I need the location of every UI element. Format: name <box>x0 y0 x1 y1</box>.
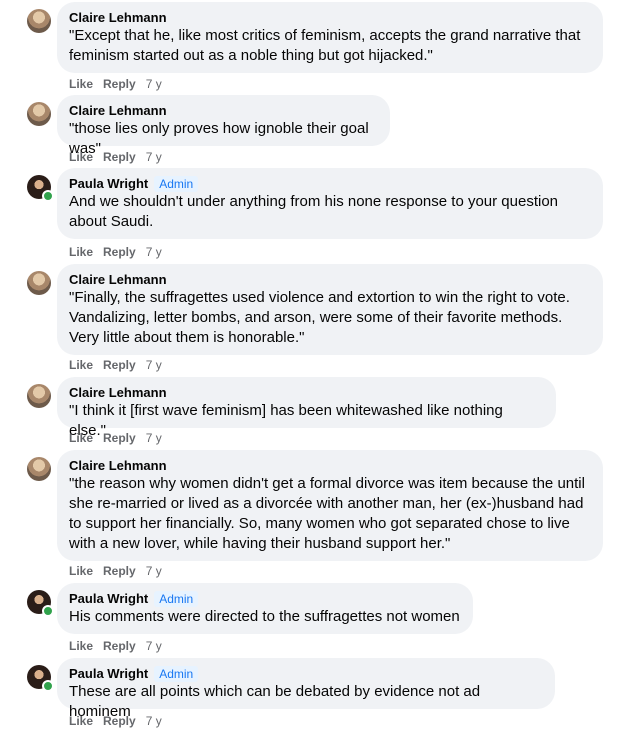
timestamp[interactable]: 7 y <box>146 564 162 578</box>
online-status-icon <box>42 605 54 617</box>
online-status-icon <box>42 680 54 692</box>
avatar[interactable] <box>27 271 51 295</box>
avatar[interactable] <box>27 384 51 408</box>
timestamp[interactable]: 7 y <box>146 150 162 164</box>
comment-actions: Like Reply 7 y <box>69 357 162 373</box>
author-name[interactable]: Paula Wright <box>69 591 148 606</box>
like-button[interactable]: Like <box>69 358 93 372</box>
comment-bubble: Paula Wright Admin And we shouldn't under… <box>57 168 603 239</box>
online-status-icon <box>42 190 54 202</box>
timestamp[interactable]: 7 y <box>146 245 162 259</box>
reply-button[interactable]: Reply <box>103 564 136 578</box>
avatar[interactable] <box>27 665 54 692</box>
like-button[interactable]: Like <box>69 639 93 653</box>
reply-button[interactable]: Reply <box>103 358 136 372</box>
author-name[interactable]: Claire Lehmann <box>69 103 167 118</box>
comment-actions: Like Reply 7 y <box>69 563 162 579</box>
reply-button[interactable]: Reply <box>103 150 136 164</box>
comment-bubble: Claire Lehmann "the reason why women did… <box>57 450 603 561</box>
reply-button[interactable]: Reply <box>103 245 136 259</box>
timestamp[interactable]: 7 y <box>146 77 162 91</box>
comment-actions: Like Reply 7 y <box>69 638 162 654</box>
comment-text: And we shouldn't under anything from his… <box>69 193 559 230</box>
reply-button[interactable]: Reply <box>103 431 136 445</box>
like-button[interactable]: Like <box>69 245 93 259</box>
comment-text: "the reason why women didn't get a forma… <box>69 475 585 552</box>
comment-bubble: Paula Wright Admin These are all points w… <box>57 658 555 720</box>
comment-bubble: Claire Lehmann "I think it [first wave f… <box>57 377 556 439</box>
avatar[interactable] <box>27 9 51 33</box>
avatar[interactable] <box>27 590 54 617</box>
admin-badge: Admin <box>154 666 199 682</box>
timestamp[interactable]: 7 y <box>146 639 162 653</box>
avatar[interactable] <box>27 175 54 202</box>
admin-badge: Admin <box>154 176 199 192</box>
comment-text: "Except that he, like most critics of fe… <box>69 27 581 64</box>
author-name[interactable]: Claire Lehmann <box>69 10 167 25</box>
comment-bubble: Claire Lehmann "Except that he, like mos… <box>57 2 603 73</box>
avatar[interactable] <box>27 457 51 481</box>
like-button[interactable]: Like <box>69 150 93 164</box>
comment-actions: Like Reply 7 y <box>69 76 162 92</box>
timestamp[interactable]: 7 y <box>146 714 162 728</box>
avatar[interactable] <box>27 102 51 126</box>
like-button[interactable]: Like <box>69 564 93 578</box>
comment-actions: Like Reply 7 y <box>69 244 162 260</box>
comment-bubble: Claire Lehmann "those lies only proves h… <box>57 95 390 157</box>
like-button[interactable]: Like <box>69 431 93 445</box>
reply-button[interactable]: Reply <box>103 639 136 653</box>
comment-actions: Like Reply 7 y <box>69 713 162 729</box>
reply-button[interactable]: Reply <box>103 77 136 91</box>
reply-button[interactable]: Reply <box>103 714 136 728</box>
timestamp[interactable]: 7 y <box>146 358 162 372</box>
comment-text: His comments were directed to the suffra… <box>69 608 460 625</box>
author-name[interactable]: Paula Wright <box>69 666 148 681</box>
like-button[interactable]: Like <box>69 714 93 728</box>
comment-text: "Finally, the suffragettes used violence… <box>69 289 570 346</box>
like-button[interactable]: Like <box>69 77 93 91</box>
comment-bubble: Claire Lehmann "Finally, the suffragette… <box>57 264 603 355</box>
comment-thread: Claire Lehmann "Except that he, like mos… <box>0 0 620 730</box>
author-name[interactable]: Paula Wright <box>69 176 148 191</box>
comment-actions: Like Reply 7 y <box>69 430 162 446</box>
author-name[interactable]: Claire Lehmann <box>69 385 167 400</box>
timestamp[interactable]: 7 y <box>146 431 162 445</box>
author-name[interactable]: Claire Lehmann <box>69 272 167 287</box>
comment-actions: Like Reply 7 y <box>69 149 162 165</box>
comment-bubble: Paula Wright Admin His comments were dire… <box>57 583 473 634</box>
author-name[interactable]: Claire Lehmann <box>69 458 167 473</box>
admin-badge: Admin <box>154 591 199 607</box>
